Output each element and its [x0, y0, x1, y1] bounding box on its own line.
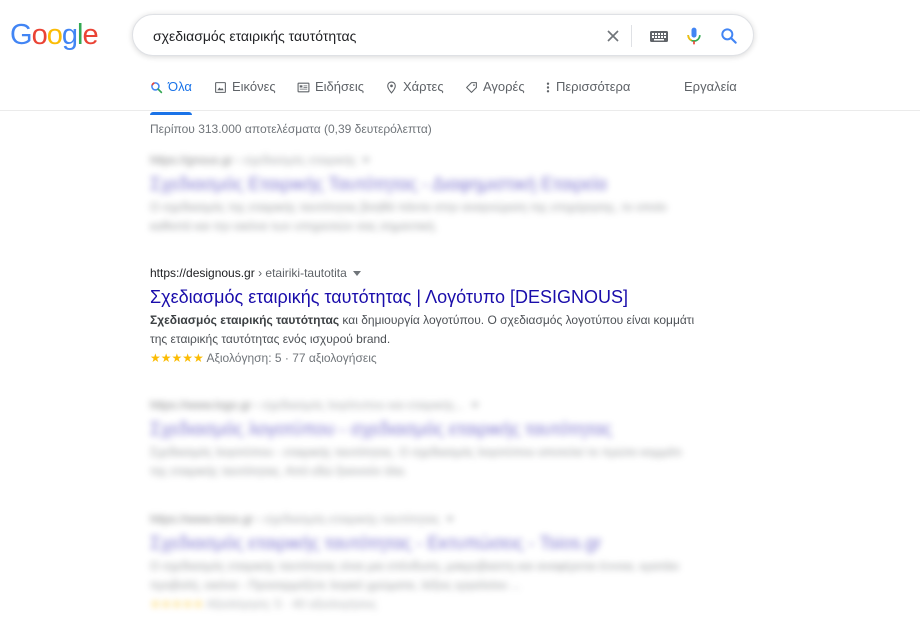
google-logo[interactable]: Google — [10, 19, 99, 52]
clear-icon[interactable] — [603, 26, 623, 46]
tab-more[interactable]: Περισσότερα — [545, 79, 630, 111]
tab-label: Αγορές — [483, 79, 525, 94]
logo-letter: g — [61, 19, 78, 51]
search-icon[interactable] — [719, 26, 739, 46]
result-rating: ★★★★★ Αξιολόγηση: 5 · 40 αξιολογήσεις — [150, 595, 695, 614]
result-domain: https://www.tsios.gr — [150, 512, 254, 526]
result-snippet: Σχεδιασμός λογοτύπου - εταιρικής ταυτότη… — [150, 445, 682, 478]
result-title-link[interactable]: Σχεδιασμός Εταιρικής Ταυτότητας - Διαφημ… — [150, 172, 695, 196]
snippet-highlight: Σχεδιασμός εταιρικής ταυτότητας — [150, 313, 340, 327]
dropdown-arrow-icon[interactable] — [470, 403, 479, 409]
news-icon — [297, 82, 310, 93]
tab-maps[interactable]: Χάρτες — [385, 79, 444, 111]
search-result: https://designous.gr › etairiki-tautotit… — [150, 266, 695, 368]
result-snippet: Ο σχεδιασμός εταιρικής ταυτότητας είναι … — [150, 559, 680, 592]
tab-label: Όλα — [168, 79, 192, 94]
map-pin-icon — [387, 81, 396, 94]
dropdown-arrow-icon[interactable] — [362, 158, 371, 164]
result-snippet: Σχεδιασμός εταιρικής ταυτότητας και δημι… — [150, 311, 695, 349]
more-vert-icon — [546, 82, 550, 93]
tools-label: Εργαλεία — [684, 79, 737, 94]
tools-button[interactable]: Εργαλεία — [684, 79, 737, 111]
result-domain: https://www.logo.gr — [150, 398, 252, 412]
searchbox-divider — [631, 25, 632, 47]
result-path: › σχεδιασμός-εταιρικής-ταυτότητας — [253, 512, 440, 526]
result-rating: ★★★★★ Αξιολόγηση: 5 · 77 αξιολογήσεις — [150, 349, 695, 368]
search-result: https://gnous.gr › σχεδιασμός εταιρικής … — [150, 153, 695, 236]
result-url[interactable]: https://gnous.gr › σχεδιασμός εταιρικής — [150, 153, 695, 167]
logo-letter: o — [46, 19, 63, 51]
result-stats: Περίπου 313.000 αποτελέσματα (0,39 δευτε… — [150, 122, 432, 136]
result-url[interactable]: https://designous.gr › etairiki-tautotit… — [150, 266, 695, 280]
result-title-link[interactable]: Σχεδιασμός εταιρικής ταυτότητας | Λογότυ… — [150, 285, 695, 309]
tabs-divider — [0, 110, 920, 111]
result-path: › σχεδιασμός εταιρικής — [232, 153, 357, 167]
tab-all[interactable]: Όλα — [150, 79, 192, 115]
image-icon — [215, 82, 226, 93]
logo-letter: G — [10, 19, 33, 51]
result-title-link[interactable]: Σχεδιασμός εταιρικής ταυτότητας - Εκτυπώ… — [150, 531, 695, 555]
tab-images[interactable]: Εικόνες — [214, 79, 276, 111]
tab-label: Περισσότερα — [556, 79, 631, 94]
result-path: › etairiki-tautotita — [254, 266, 347, 280]
rating-text: Αξιολόγηση: 5 · 40 αξιολογήσεις — [206, 597, 377, 611]
rating-text: Αξιολόγηση: 5 · 77 αξιολογήσεις — [206, 351, 377, 365]
dropdown-arrow-icon[interactable] — [445, 517, 454, 523]
result-snippet: Ο σχεδιασμός της εταιρικής ταυτότητας βο… — [150, 200, 667, 233]
result-title-link[interactable]: Σχεδιασμός λογοτύπου - σχεδιασμός εταιρι… — [150, 417, 695, 441]
search-result: https://www.tsios.gr › σχεδιασμός-εταιρι… — [150, 512, 695, 614]
tag-icon — [466, 82, 477, 93]
result-url[interactable]: https://www.logo.gr › σχεδιασμός λογότυπ… — [150, 398, 695, 412]
result-url[interactable]: https://www.tsios.gr › σχεδιασμός-εταιρι… — [150, 512, 695, 526]
microphone-icon[interactable] — [684, 26, 704, 46]
tab-label: Εικόνες — [232, 79, 276, 94]
logo-letter: e — [82, 19, 98, 51]
star-rating-icon: ★★★★★ — [150, 351, 204, 365]
search-box — [132, 14, 754, 56]
search-input[interactable] — [151, 24, 585, 48]
tab-shopping[interactable]: Αγορές — [465, 79, 525, 111]
result-path: › σχεδιασμός λογότυπου και εταιρικής... — [251, 398, 465, 412]
star-rating-icon: ★★★★★ — [150, 597, 204, 611]
result-domain: https://gnous.gr — [150, 153, 233, 167]
keyboard-icon[interactable] — [648, 26, 670, 46]
search-result: https://www.logo.gr › σχεδιασμός λογότυπ… — [150, 398, 695, 481]
search-icon — [151, 82, 163, 94]
tab-news[interactable]: Ειδήσεις — [297, 79, 364, 111]
dropdown-arrow-icon[interactable] — [352, 271, 361, 277]
tab-label: Χάρτες — [403, 79, 444, 94]
logo-letter: o — [31, 19, 48, 51]
tab-label: Ειδήσεις — [315, 79, 364, 94]
result-domain: https://designous.gr — [150, 266, 255, 280]
